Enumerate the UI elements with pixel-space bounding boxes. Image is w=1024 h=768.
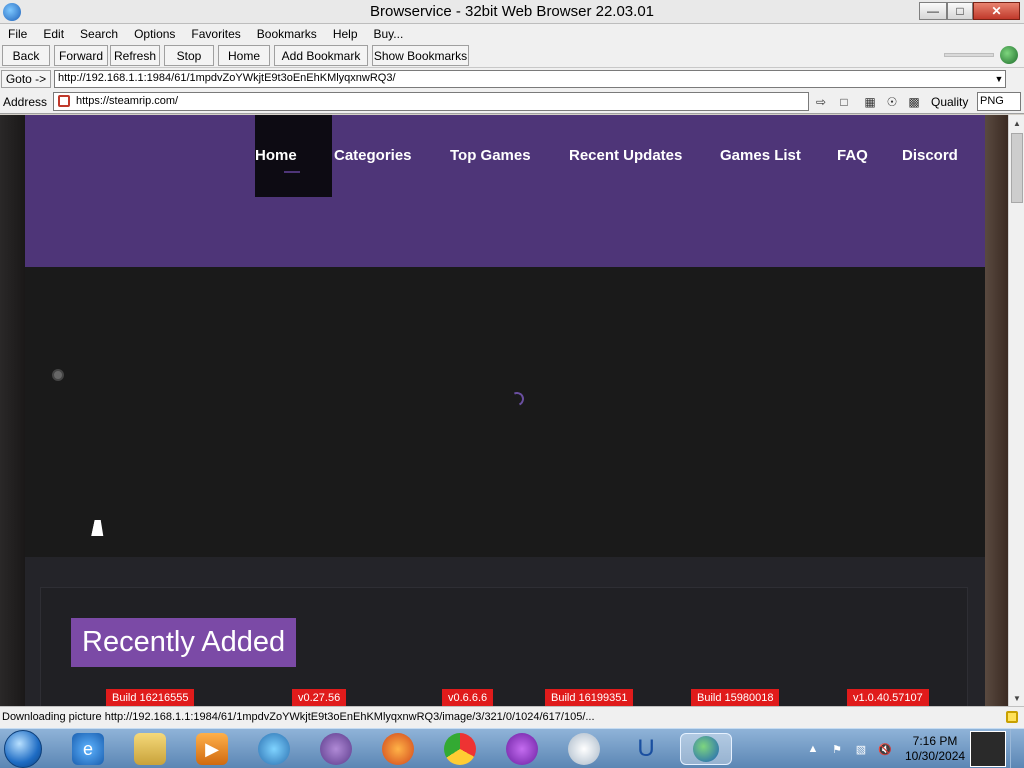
status-bar: Downloading picture http://192.168.1.1:1… — [0, 706, 1024, 728]
site-nav-bar: Home Categories Top Games Recent Updates… — [25, 115, 985, 267]
vertical-scrollbar[interactable]: ▲ ▼ — [1008, 115, 1024, 706]
build-tag[interactable]: Build 16199351 — [545, 689, 634, 706]
network-icon[interactable]: ▧ — [854, 742, 868, 756]
insecure-lock-icon — [58, 95, 70, 107]
hexagon-app-icon[interactable] — [320, 733, 352, 765]
browservice-taskbar-button[interactable] — [680, 733, 732, 765]
find-icon[interactable]: ☉ — [884, 94, 900, 110]
build-tag[interactable]: v0.27.56 — [292, 689, 347, 706]
maximize-button[interactable]: □ — [947, 2, 973, 20]
action-center-flag-icon[interactable]: ⚑ — [830, 742, 844, 756]
goto-button[interactable]: Goto -> — [1, 70, 51, 88]
show-desktop-button[interactable] — [1010, 729, 1024, 768]
hero-slider — [25, 267, 985, 557]
chrome-icon[interactable] — [444, 733, 476, 765]
menu-options[interactable]: Options — [126, 27, 183, 41]
close-icon: ✕ — [991, 4, 1002, 18]
taskbar: e ▶ U ▲ ⚑ ▧ 🔇 7:16 PM 10/30/2024 — [0, 728, 1024, 768]
build-tag[interactable]: Build 16216555 — [106, 689, 195, 706]
nav-top-games[interactable]: Top Games — [450, 147, 531, 164]
recently-added-title: Recently Added — [71, 618, 297, 667]
home-button[interactable]: Home — [218, 45, 270, 66]
internet-explorer-icon[interactable]: e — [72, 733, 104, 765]
refresh-button[interactable]: Refresh — [110, 45, 160, 66]
menu-bookmarks[interactable]: Bookmarks — [249, 27, 325, 41]
chevron-down-icon[interactable]: ▼ — [992, 71, 1006, 87]
recently-added-section: Recently Added Build 16216555 v0.27.56 v… — [25, 557, 985, 706]
minimize-icon: — — [927, 4, 939, 18]
page-icon[interactable]: ▦ — [862, 94, 878, 110]
menu-favorites[interactable]: Favorites — [183, 27, 248, 41]
nav-faq[interactable]: FAQ — [837, 147, 868, 164]
stop-button[interactable]: Stop — [164, 45, 214, 66]
start-button[interactable] — [4, 730, 42, 768]
address-label: Address — [3, 95, 48, 109]
address-field[interactable]: https://steamrip.com/ — [53, 92, 809, 111]
close-button[interactable]: ✕ — [973, 2, 1020, 20]
white-orb-app-icon[interactable] — [568, 733, 600, 765]
firefox-icon[interactable] — [382, 733, 414, 765]
arrow-right-icon[interactable]: ⇨ — [813, 94, 829, 110]
menu-bar: File Edit Search Options Favorites Bookm… — [0, 24, 1024, 43]
u-app-icon[interactable]: U — [630, 733, 662, 765]
tray-expand-icon[interactable]: ▲ — [806, 742, 820, 756]
nav-discord[interactable]: Discord — [902, 147, 958, 164]
browser-compass-icon[interactable] — [258, 733, 290, 765]
navigation-toolbar: Back Forward Refresh Stop Home Add Bookm… — [0, 43, 1024, 68]
menu-help[interactable]: Help — [325, 27, 366, 41]
goto-url-field[interactable]: http://192.168.1.1:1984/61/1mpdvZoYWkjtE… — [54, 70, 1006, 88]
web-content: Home Categories Top Games Recent Updates… — [0, 115, 1008, 706]
clock-date: 10/30/2024 — [905, 749, 966, 763]
forward-button[interactable]: Forward — [54, 45, 108, 66]
clipboard-icon[interactable]: ▩ — [906, 94, 922, 110]
build-tag[interactable]: v0.6.6.6 — [442, 689, 494, 706]
scroll-down-icon[interactable]: ▼ — [1010, 691, 1024, 705]
nav-recent-updates[interactable]: Recent Updates — [569, 147, 682, 164]
nav-categories[interactable]: Categories — [334, 147, 412, 164]
lock-icon — [1006, 711, 1018, 723]
volume-muted-icon[interactable]: 🔇 — [878, 742, 892, 756]
nav-home[interactable]: Home — [255, 147, 297, 164]
background-art-left — [0, 115, 25, 706]
maximize-icon: □ — [956, 4, 964, 18]
menu-search[interactable]: Search — [72, 27, 126, 41]
zoom-slider[interactable] — [944, 53, 994, 57]
system-clock[interactable]: 7:16 PM 10/30/2024 — [905, 734, 965, 764]
media-player-icon[interactable]: ▶ — [196, 733, 228, 765]
back-button[interactable]: Back — [2, 45, 50, 66]
menu-buy[interactable]: Buy... — [366, 27, 412, 41]
quality-label: Quality — [931, 95, 969, 109]
address-row: Address https://steamrip.com/ ⇨ □ ▦ ☉ ▩ … — [0, 90, 1024, 114]
scroll-thumb[interactable] — [1011, 133, 1023, 203]
file-explorer-icon[interactable] — [134, 733, 166, 765]
purple-app-icon[interactable] — [506, 733, 538, 765]
window-title: Browservice - 32bit Web Browser 22.03.01 — [369, 3, 655, 20]
clock-time: 7:16 PM — [912, 734, 958, 748]
scroll-up-icon[interactable]: ▲ — [1010, 116, 1024, 130]
nav-games-list[interactable]: Games List — [720, 147, 801, 164]
user-avatar[interactable] — [970, 731, 1006, 767]
build-tag[interactable]: v1.0.40.57107 — [847, 689, 929, 706]
globe-icon — [1000, 46, 1018, 64]
background-art-right — [985, 115, 1008, 706]
quality-select[interactable]: PNG — [977, 92, 1021, 111]
bookmark-icon[interactable]: □ — [836, 94, 852, 110]
show-bookmarks-button[interactable]: Show Bookmarks — [372, 45, 469, 66]
goto-row: Goto -> http://192.168.1.1:1984/61/1mpdv… — [0, 68, 1024, 90]
minimize-button[interactable]: — — [919, 2, 947, 20]
menu-file[interactable]: File — [0, 27, 35, 41]
globe-icon — [693, 736, 719, 762]
title-bar: Browservice - 32bit Web Browser 22.03.01… — [0, 0, 1024, 24]
menu-edit[interactable]: Edit — [35, 27, 72, 41]
nav-home-underline — [284, 171, 300, 173]
status-text: Downloading picture http://192.168.1.1:1… — [2, 711, 595, 723]
add-bookmark-button[interactable]: Add Bookmark — [274, 45, 368, 66]
build-tag[interactable]: Build 15980018 — [691, 689, 780, 706]
slider-dot[interactable] — [52, 369, 64, 381]
